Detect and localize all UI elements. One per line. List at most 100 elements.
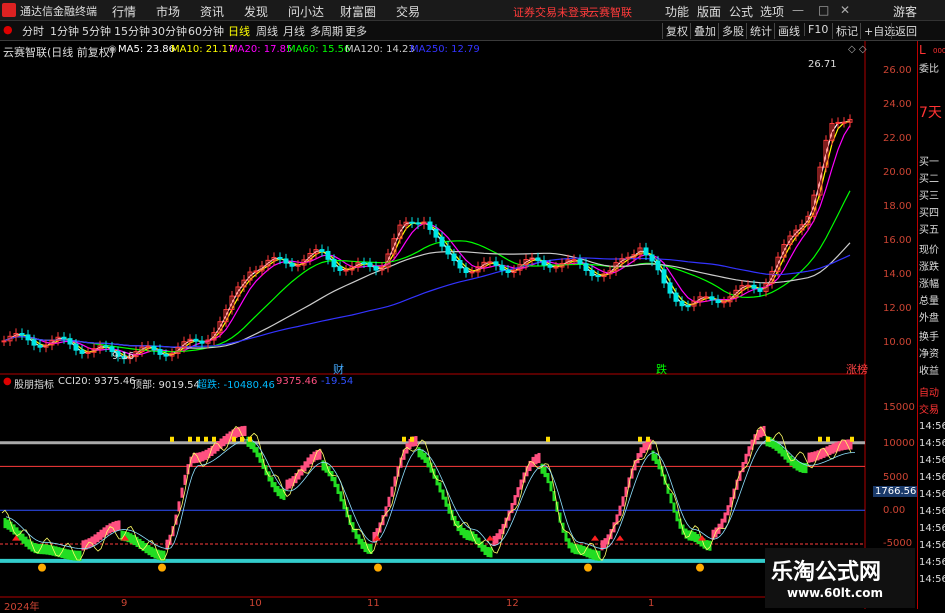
event-marker-cai[interactable]: 财	[333, 361, 344, 377]
indicator-close-icon[interactable]: ●	[3, 376, 12, 387]
watermark-url: www.60lt.com	[787, 586, 884, 600]
candle-body	[583, 263, 589, 271]
menu-wealth[interactable]: 财富圈	[340, 3, 376, 20]
side-weibi: 委比	[919, 64, 939, 75]
top-signal-marker	[196, 436, 200, 442]
top-signal-marker	[818, 436, 822, 442]
minimize-icon[interactable]: —	[792, 3, 804, 17]
close-icon[interactable]: ✕	[840, 3, 850, 17]
period-weekly[interactable]: 周线	[256, 23, 278, 39]
login-warning[interactable]: 证券交易未登录	[513, 4, 590, 20]
candle-body	[325, 250, 331, 260]
period-daily[interactable]: 日线	[228, 23, 250, 39]
candle-body	[61, 336, 67, 340]
ma-line	[3, 190, 851, 353]
menu-options[interactable]: 选项	[760, 3, 784, 20]
candle-body	[199, 340, 205, 344]
top-signal-marker	[546, 436, 550, 442]
user-guest[interactable]: 游客	[893, 3, 917, 20]
candle-body	[145, 345, 151, 348]
top-signal-marker	[170, 436, 174, 442]
date-tick: 12	[506, 598, 519, 609]
kline-chart[interactable]	[0, 41, 917, 609]
btn-draw[interactable]: 画线	[774, 23, 803, 39]
top-signal-marker	[826, 436, 830, 442]
btn-f10[interactable]: F10	[804, 23, 831, 36]
event-marker-zhangbang[interactable]: 涨榜	[846, 361, 868, 377]
top-signal-marker	[646, 436, 650, 442]
cci-slow-line	[5, 439, 855, 550]
menu-function[interactable]: 功能	[665, 3, 689, 20]
side-trade[interactable]: 交易	[919, 401, 939, 416]
candle-body	[469, 271, 475, 274]
dropdown-icon[interactable]: ◉	[108, 44, 117, 55]
event-marker-die[interactable]: 跌	[656, 361, 667, 377]
side-auto[interactable]: 自动	[919, 384, 939, 399]
period-1min[interactable]: 1分钟	[50, 23, 79, 39]
menu-trade[interactable]: 交易	[396, 3, 420, 20]
candle-body	[703, 296, 709, 299]
menu-hq[interactable]: 行情	[112, 3, 136, 20]
date-tick: 11	[367, 598, 380, 609]
period-15min[interactable]: 15分钟	[114, 23, 150, 39]
side-time: 14:56	[919, 574, 945, 585]
period-more[interactable]: 更多	[345, 23, 367, 39]
candle-body	[451, 253, 457, 262]
btn-back[interactable]: 返回	[891, 23, 920, 39]
top-signal-marker	[402, 436, 406, 442]
candle-body	[655, 260, 661, 271]
period-30min[interactable]: 30分钟	[151, 23, 187, 39]
ma60-label: MA60: 15.56	[287, 44, 351, 55]
ma250-label: MA250: 12.79	[410, 44, 480, 55]
candle-body	[433, 228, 439, 238]
candle-body	[289, 262, 295, 267]
title-bar: 通达信金融终端 行情 市场 资讯 发现 问小达 财富圈 交易 证券交易未登录 云…	[0, 0, 945, 21]
menu-discover[interactable]: 发现	[244, 3, 268, 20]
ind-tick: 0.00	[883, 505, 906, 516]
candle-body	[37, 344, 43, 348]
ma5-label: MA5: 23.86	[118, 44, 176, 55]
candle-body	[547, 264, 553, 268]
candle-body	[367, 262, 373, 268]
menu-layout[interactable]: 版面	[697, 3, 721, 20]
candle-body	[331, 258, 337, 268]
date-tick: 10	[249, 598, 262, 609]
side-time: 14:56	[919, 472, 945, 483]
candle-body	[577, 259, 583, 265]
ind-tick: 10000	[883, 438, 915, 449]
side-outer: 外盘	[919, 313, 939, 324]
candle-body	[535, 257, 541, 262]
btn-multistock[interactable]: 多股	[718, 23, 747, 39]
menu-formula[interactable]: 公式	[729, 3, 753, 20]
btn-stats[interactable]: 统计	[746, 23, 775, 39]
price-tick: 20.00	[883, 167, 912, 178]
candle-body	[361, 262, 367, 265]
menu-market[interactable]: 市场	[156, 3, 180, 20]
btn-fuquan[interactable]: 复权	[662, 23, 691, 39]
period-toolbar: ● 分时 1分钟 5分钟 15分钟 30分钟 60分钟 日线 周线 月线 多周期…	[0, 21, 945, 41]
menu-news[interactable]: 资讯	[200, 3, 224, 20]
date-tick: 9	[121, 598, 128, 609]
ma-line	[3, 242, 851, 349]
app-name: 通达信金融终端	[20, 5, 97, 18]
period-5min[interactable]: 5分钟	[82, 23, 111, 39]
btn-mark[interactable]: 标记	[832, 23, 861, 39]
menu-ask[interactable]: 问小达	[288, 3, 324, 20]
maximize-icon[interactable]: □	[818, 3, 829, 17]
record-icon[interactable]: ●	[3, 23, 13, 36]
app-logo-icon	[2, 3, 16, 17]
top-signal-marker	[232, 436, 236, 442]
candle-body	[427, 221, 433, 230]
btn-overlay[interactable]: 叠加	[690, 23, 719, 39]
candle-body	[463, 267, 469, 274]
period-multi[interactable]: 多周期	[310, 23, 343, 39]
expand-icon[interactable]: ◇ ◇	[848, 44, 867, 55]
period-60min[interactable]: 60分钟	[188, 23, 224, 39]
period-monthly[interactable]: 月线	[283, 23, 305, 39]
top-label: 顶部: 9019.54	[132, 380, 200, 391]
date-tick: 1	[648, 598, 655, 609]
money-bag-icon	[38, 563, 46, 572]
candle-body	[673, 292, 679, 302]
top-signal-marker	[766, 436, 770, 442]
period-fenshi[interactable]: 分时	[22, 23, 44, 39]
